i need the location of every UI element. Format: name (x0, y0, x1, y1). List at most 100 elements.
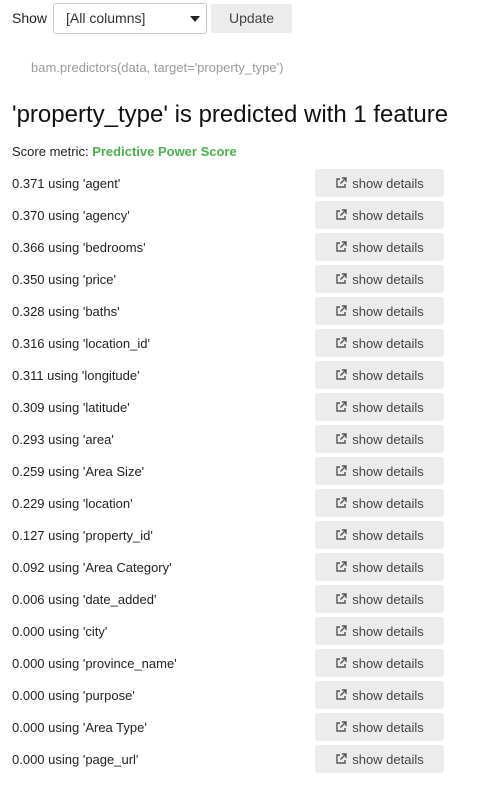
show-details-label: show details (352, 463, 424, 479)
show-details-label: show details (352, 271, 424, 287)
show-details-button[interactable]: show details (315, 361, 444, 389)
predictor-row: 0.311 using 'longitude' show details (0, 359, 490, 391)
external-link-icon (336, 273, 347, 284)
show-details-label: show details (352, 239, 424, 255)
predictor-row: 0.259 using 'Area Size' show details (0, 455, 490, 487)
predictor-label: 0.000 using 'city' (12, 624, 108, 639)
show-details-label: show details (352, 175, 424, 191)
predictor-label: 0.309 using 'latitude' (12, 400, 130, 415)
show-details-label: show details (352, 335, 424, 351)
predictor-row: 0.366 using 'bedrooms' show details (0, 231, 490, 263)
toolbar: Show [All columns] Update (12, 2, 293, 34)
external-link-icon (336, 433, 347, 444)
show-details-button[interactable]: show details (315, 265, 444, 293)
update-button[interactable]: Update (211, 3, 293, 33)
show-details-button[interactable]: show details (315, 681, 444, 709)
predictor-label: 0.311 using 'longitude' (12, 368, 140, 383)
predictor-row: 0.000 using 'Area Type' show details (0, 711, 490, 743)
show-details-button[interactable]: show details (315, 201, 444, 229)
columns-select-value: [All columns] (66, 10, 146, 26)
predictor-row: 0.309 using 'latitude' show details (0, 391, 490, 423)
predictor-row: 0.092 using 'Area Category' show details (0, 551, 490, 583)
external-link-icon (336, 369, 347, 380)
show-details-button[interactable]: show details (315, 745, 444, 773)
show-details-label: show details (352, 207, 424, 223)
external-link-icon (336, 657, 347, 668)
show-details-label: show details (352, 751, 424, 767)
code-snippet: bam.predictors(data, target='property_ty… (31, 60, 284, 75)
external-link-icon (336, 625, 347, 636)
show-details-button[interactable]: show details (315, 329, 444, 357)
show-details-label: show details (352, 687, 424, 703)
external-link-icon (336, 497, 347, 508)
predictor-row: 0.293 using 'area' show details (0, 423, 490, 455)
predictor-row: 0.316 using 'location_id' show details (0, 327, 490, 359)
predictor-row: 0.350 using 'price' show details (0, 263, 490, 295)
predictor-row: 0.127 using 'property_id' show details (0, 519, 490, 551)
show-details-button[interactable]: show details (315, 169, 444, 197)
predictor-row: 0.229 using 'location' show details (0, 487, 490, 519)
predictor-label: 0.350 using 'price' (12, 272, 116, 287)
external-link-icon (336, 721, 347, 732)
external-link-icon (336, 401, 347, 412)
predictor-label: 0.006 using 'date_added' (12, 592, 157, 607)
external-link-icon (336, 337, 347, 348)
show-details-label: show details (352, 719, 424, 735)
score-metric-label: Score metric: (12, 144, 89, 159)
show-details-label: show details (352, 367, 424, 383)
predictor-label: 0.000 using 'purpose' (12, 688, 135, 703)
predictor-label: 0.293 using 'area' (12, 432, 114, 447)
predictor-label: 0.229 using 'location' (12, 496, 133, 511)
show-details-label: show details (352, 655, 424, 671)
external-link-icon (336, 753, 347, 764)
show-details-button[interactable]: show details (315, 297, 444, 325)
page-title: 'property_type' is predicted with 1 feat… (12, 101, 449, 128)
show-details-button[interactable]: show details (315, 457, 444, 485)
show-details-label: show details (352, 431, 424, 447)
show-details-button[interactable]: show details (315, 553, 444, 581)
predictor-label: 0.366 using 'bedrooms' (12, 240, 146, 255)
external-link-icon (336, 561, 347, 572)
score-metric-value: Predictive Power Score (92, 144, 237, 159)
external-link-icon (336, 593, 347, 604)
external-link-icon (336, 209, 347, 220)
show-details-button[interactable]: show details (315, 649, 444, 677)
show-details-label: show details (352, 559, 424, 575)
columns-select[interactable]: [All columns] (53, 2, 208, 34)
predictor-label: 0.000 using 'province_name' (12, 656, 177, 671)
predictor-label: 0.328 using 'baths' (12, 304, 120, 319)
predictor-list: 0.371 using 'agent' show details 0.370 usi… (0, 167, 490, 775)
predictor-row: 0.000 using 'city' show details (0, 615, 490, 647)
predictor-label: 0.371 using 'agent' (12, 176, 121, 191)
predictor-label: 0.127 using 'property_id' (12, 528, 153, 543)
show-details-button[interactable]: show details (315, 489, 444, 517)
show-label: Show (12, 10, 48, 26)
show-details-button[interactable]: show details (315, 233, 444, 261)
show-details-button[interactable]: show details (315, 521, 444, 549)
predictor-label: 0.000 using 'page_url' (12, 752, 139, 767)
show-details-label: show details (352, 623, 424, 639)
show-details-label: show details (352, 495, 424, 511)
external-link-icon (336, 689, 347, 700)
show-details-button[interactable]: show details (315, 713, 444, 741)
external-link-icon (336, 465, 347, 476)
predictor-label: 0.316 using 'location_id' (12, 336, 150, 351)
show-details-button[interactable]: show details (315, 617, 444, 645)
predictor-row: 0.000 using 'purpose' show details (0, 679, 490, 711)
show-details-label: show details (352, 399, 424, 415)
external-link-icon (336, 305, 347, 316)
show-details-button[interactable]: show details (315, 425, 444, 453)
predictor-row: 0.006 using 'date_added' show details (0, 583, 490, 615)
predictor-label: 0.370 using 'agency' (12, 208, 130, 223)
predictor-row: 0.000 using 'page_url' show details (0, 743, 490, 775)
external-link-icon (336, 241, 347, 252)
predictor-label: 0.092 using 'Area Category' (12, 560, 172, 575)
show-details-button[interactable]: show details (315, 393, 444, 421)
predictor-row: 0.000 using 'province_name' show details (0, 647, 490, 679)
external-link-icon (336, 529, 347, 540)
show-details-label: show details (352, 303, 424, 319)
score-metric: Score metric: Predictive Power Score (12, 144, 237, 159)
predictor-row: 0.328 using 'baths' show details (0, 295, 490, 327)
predictor-label: 0.000 using 'Area Type' (12, 720, 147, 735)
show-details-button[interactable]: show details (315, 585, 444, 613)
